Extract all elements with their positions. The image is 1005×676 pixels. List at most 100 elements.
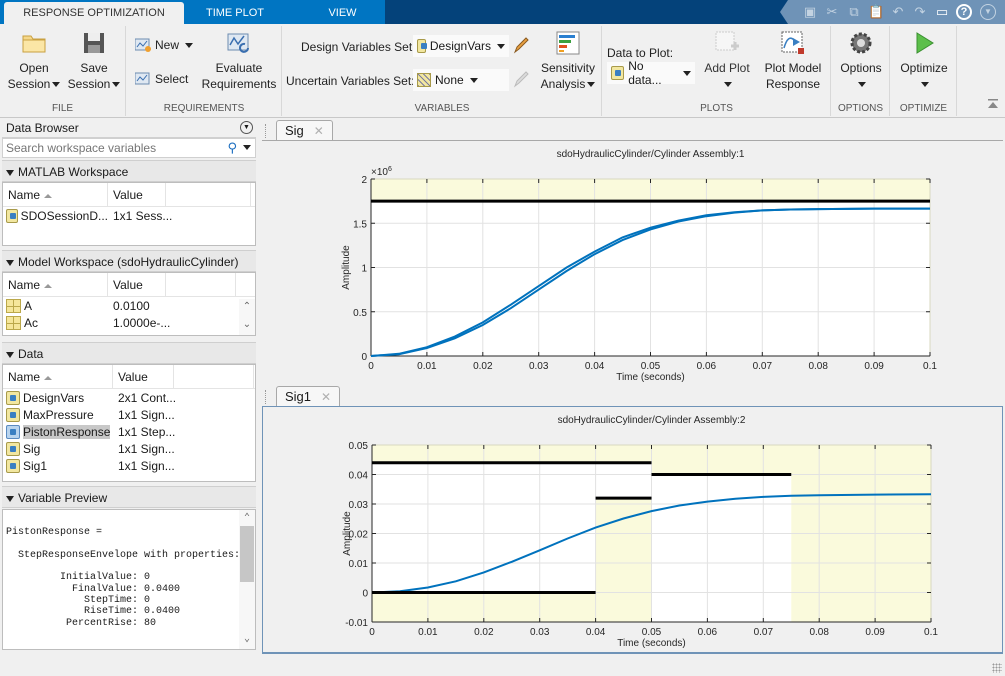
section-label-variables: VARIABLES	[414, 103, 470, 114]
plot-document-sig: Sig ✕ 0 0.01 0.02 0.03 0.04 0.05 0.06 0.07 0.08 0.…	[262, 118, 1003, 384]
x-tick-label: 0	[368, 361, 374, 372]
section-label-file: FILE	[51, 103, 74, 114]
search-options-icon[interactable]	[243, 145, 251, 150]
x-tick-label: 0.03	[530, 627, 550, 638]
save-session-button[interactable]: Save Session	[66, 30, 122, 92]
scroll-down-icon[interactable]: ⌄	[239, 319, 255, 333]
object-icon	[6, 441, 20, 456]
y-tick-label: 0.5	[353, 308, 367, 319]
help-icon[interactable]: ?	[956, 4, 972, 20]
x-tick-label: 0.04	[585, 361, 605, 372]
uncertain-variables-label: Uncertain Variables Set:	[286, 74, 415, 88]
data-to-plot-dropdown[interactable]: No data...	[607, 59, 695, 87]
column-name[interactable]: Name	[3, 365, 113, 388]
variable-set-icon	[417, 39, 427, 53]
save-icon[interactable]: ▣	[802, 4, 818, 20]
close-icon[interactable]: ✕	[314, 121, 324, 141]
chart-sig1[interactable]: 0 0.01 0.02 0.03 0.04 0.05 0.06 0.07 0.08 0.09 0.1…	[263, 407, 1004, 655]
x-tick-label: 0.04	[586, 627, 606, 638]
column-value[interactable]: Value	[108, 183, 166, 206]
table-header: Name Value	[3, 183, 255, 207]
x-tick-label: 0	[369, 627, 375, 638]
section-plots: Data to Plot: No data... Add Plot Plot M…	[603, 26, 831, 116]
undo-icon[interactable]: ↶	[890, 4, 906, 20]
y-axis-label: Amplitude	[341, 245, 352, 290]
window-icon[interactable]: ▭	[934, 4, 950, 20]
plot-model-response-icon	[781, 31, 804, 54]
scroll-up-icon[interactable]: ⌃	[239, 301, 255, 315]
column-name[interactable]: Name	[3, 273, 108, 296]
table-row[interactable]: MaxPressure 1x1 Sign...	[3, 406, 255, 423]
sort-ascending-icon	[44, 193, 53, 198]
y-tick-label: 0.01	[349, 559, 369, 570]
panel-menu-icon[interactable]: ▼	[240, 121, 253, 134]
edit-uncertain-variables-icon[interactable]	[512, 70, 530, 88]
y-tick-label: 1	[361, 264, 367, 275]
uncertain-variables-dropdown[interactable]: None	[413, 69, 509, 91]
x-axis-label: Time (seconds)	[616, 372, 685, 383]
open-session-button[interactable]: Open Session	[6, 30, 62, 92]
table-row[interactable]: SDOSessionD... 1x1 Sess...	[3, 207, 255, 224]
drag-grip-icon[interactable]	[265, 124, 267, 138]
table-row[interactable]: DesignVars 2x1 Cont...	[3, 389, 255, 406]
drag-grip-icon[interactable]	[265, 390, 267, 404]
x-tick-label: 0.06	[698, 627, 718, 638]
matrix-icon	[6, 315, 21, 330]
copy-icon[interactable]: ⧉	[846, 4, 862, 20]
collapse-toolstrip-icon[interactable]	[987, 98, 999, 110]
preview-scrollbar[interactable]: ⌃ ⌄	[239, 510, 255, 649]
x-tick-label: 0.08	[809, 627, 829, 638]
column-name[interactable]: Name	[3, 183, 108, 206]
section-file: Open Session Save Session FILE	[0, 26, 126, 116]
chart-sig[interactable]: 0 0.01 0.02 0.03 0.04 0.05 0.06 0.07 0.08 0.09 0.1…	[262, 141, 1003, 385]
tab-view[interactable]: VIEW	[300, 0, 385, 24]
table-row-selected[interactable]: PistonResponse 1x1 Step...	[3, 423, 255, 440]
close-icon[interactable]: ✕	[321, 387, 331, 407]
design-variables-dropdown[interactable]: DesignVars	[413, 35, 509, 57]
variable-preview-header[interactable]: Variable Preview	[2, 486, 256, 508]
table-row[interactable]: Sig1 1x1 Sign...	[3, 457, 255, 474]
table-row[interactable]: A 0.0100	[3, 297, 255, 314]
scroll-up-icon[interactable]: ⌃	[239, 512, 255, 526]
table-row[interactable]: Sig 1x1 Sign...	[3, 440, 255, 457]
cut-icon[interactable]: ✂	[824, 4, 840, 20]
options-icon[interactable]: ▼	[980, 4, 996, 20]
paste-icon[interactable]: 📋	[868, 4, 884, 20]
scroll-thumb[interactable]	[240, 526, 254, 582]
tab-time-plot[interactable]: TIME PLOT	[190, 0, 280, 24]
tab-response-optimization[interactable]: RESPONSE OPTIMIZATION	[4, 2, 184, 24]
x-tick-label: 0.05	[642, 627, 662, 638]
x-tick-label: 0.07	[753, 361, 773, 372]
select-requirement-button[interactable]: Select	[135, 72, 188, 86]
sensitivity-analysis-button[interactable]: Sensitivity Analysis	[538, 30, 598, 92]
table-row[interactable]: Ac 1.0000e-...	[3, 314, 255, 331]
doc-tab-sig[interactable]: Sig ✕	[276, 120, 333, 140]
scroll-down-icon[interactable]: ⌄	[239, 633, 255, 647]
x-tick-label: 0.03	[529, 361, 549, 372]
redo-icon[interactable]: ↷	[912, 4, 928, 20]
edit-design-variables-icon[interactable]	[512, 36, 530, 54]
evaluate-requirements-button[interactable]: Evaluate Requirements	[201, 30, 277, 92]
column-value[interactable]: Value	[108, 273, 166, 296]
x-tick-label: 0.02	[474, 627, 494, 638]
evaluate-icon	[227, 33, 249, 53]
data-table: Name Value DesignVars 2x1 Cont... MaxPre…	[2, 364, 256, 482]
options-button[interactable]: Options	[834, 30, 888, 92]
column-empty	[166, 273, 236, 296]
column-value[interactable]: Value	[113, 365, 174, 388]
optimize-button[interactable]: Optimize	[895, 30, 953, 92]
plot-model-response-button[interactable]: Plot Model Response	[759, 30, 827, 92]
doc-tab-sig1[interactable]: Sig1 ✕	[276, 386, 341, 407]
matlab-workspace-header[interactable]: MATLAB Workspace	[2, 160, 256, 182]
data-section-header[interactable]: Data	[2, 342, 256, 364]
add-plot-button[interactable]: Add Plot	[699, 30, 755, 92]
search-icon[interactable]: ⚲	[227, 140, 237, 156]
section-variables: Design Variables Set: DesignVars Uncerta…	[283, 26, 602, 116]
resize-grip-icon[interactable]	[992, 663, 1002, 673]
collapse-icon	[6, 495, 14, 502]
model-workspace-scrollbar[interactable]: ⌃ ⌄	[239, 299, 255, 335]
search-input[interactable]	[3, 139, 218, 157]
new-requirement-button[interactable]: New	[135, 38, 194, 52]
plot-area: 0 0.01 0.02 0.03 0.04 0.05 0.06 0.07 0.08 0.09 0.1…	[262, 406, 1003, 653]
model-workspace-header[interactable]: Model Workspace (sdoHydraulicCylinder)	[2, 250, 256, 272]
